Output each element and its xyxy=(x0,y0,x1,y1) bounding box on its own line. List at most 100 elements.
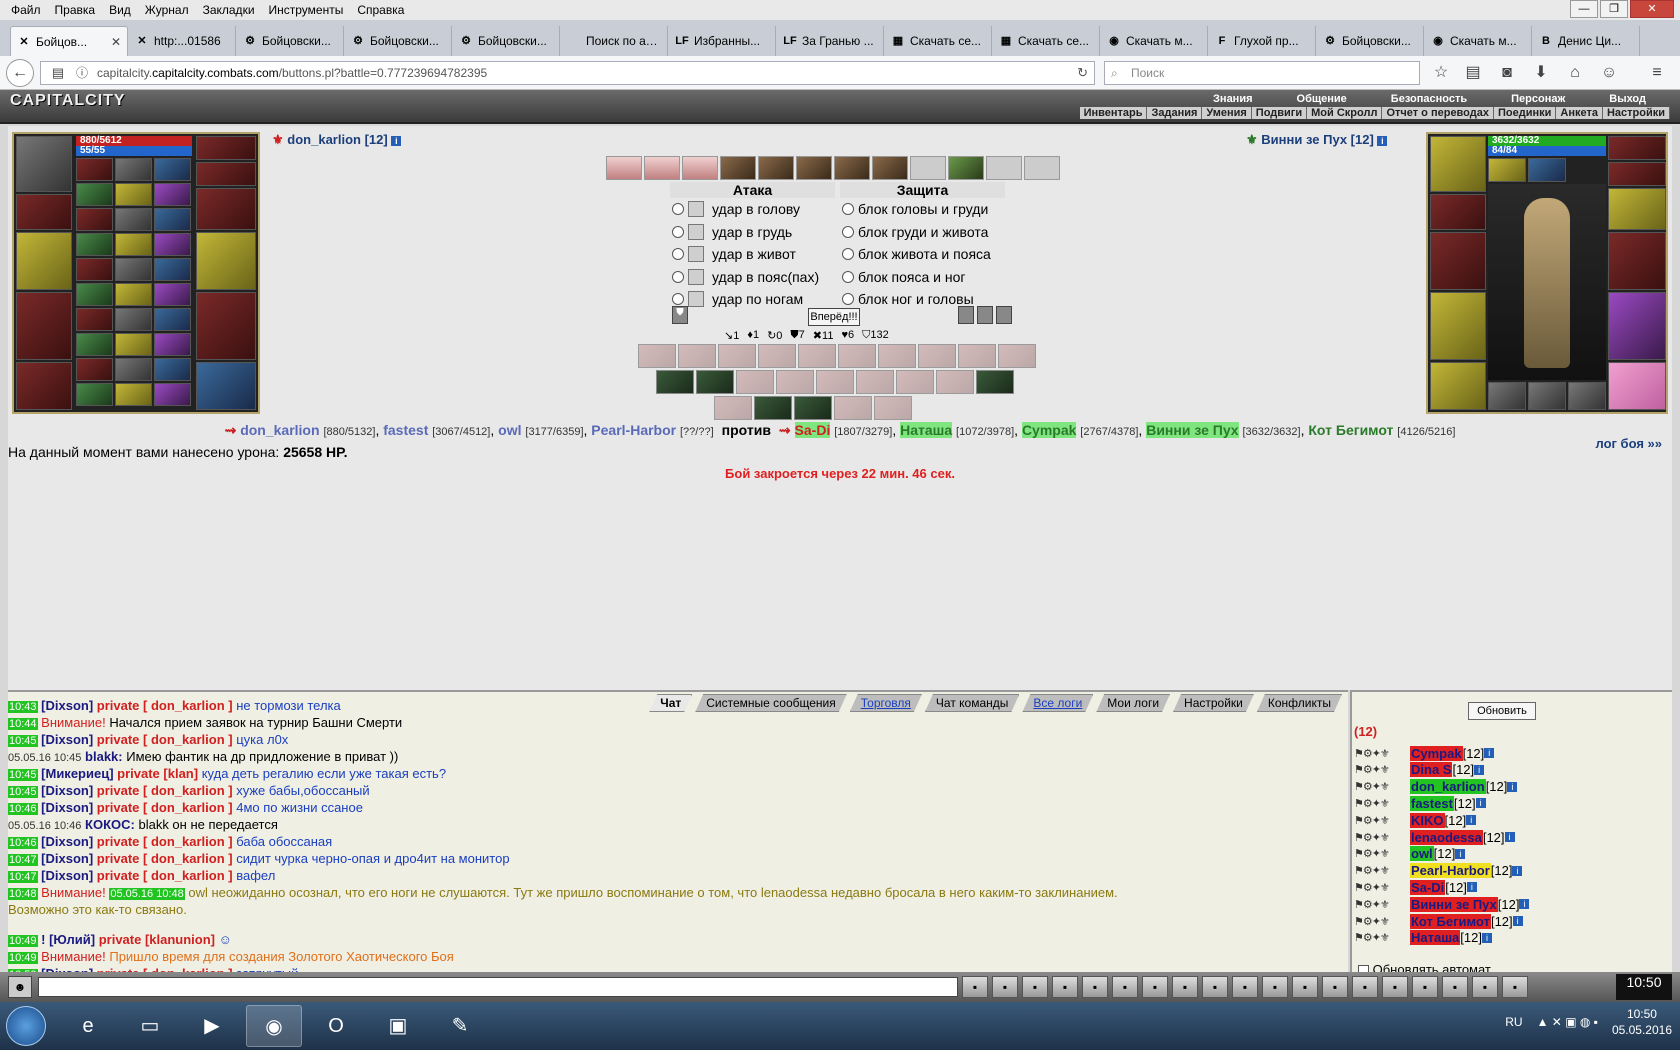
armor-slot[interactable] xyxy=(1430,292,1486,360)
user-status-icons[interactable]: ⚑⚙✦⚜ xyxy=(1354,881,1410,894)
info-icon[interactable]: i xyxy=(391,135,402,146)
spell-slot[interactable] xyxy=(115,308,152,331)
info-icon[interactable]: ⓘ xyxy=(69,61,95,85)
buff-icon[interactable] xyxy=(1488,158,1526,182)
game-submenu-item[interactable]: Мой Скролл xyxy=(1307,107,1383,119)
skill-icon[interactable] xyxy=(656,370,694,394)
bracers-slot[interactable] xyxy=(1430,194,1486,230)
user-status-icons[interactable]: ⚑⚙✦⚜ xyxy=(1354,763,1410,776)
enemy-player-name[interactable]: Наташа xyxy=(900,422,953,438)
weapon-slot[interactable] xyxy=(1430,232,1486,290)
spell-slot[interactable] xyxy=(154,308,191,331)
ie-icon[interactable]: e xyxy=(60,1005,116,1047)
info-icon[interactable]: i xyxy=(1474,764,1485,775)
ring-slot[interactable] xyxy=(196,162,256,186)
belt-item-slot[interactable] xyxy=(1488,382,1526,410)
chat-nick[interactable]: [Dixson] xyxy=(41,732,93,747)
skill-icon[interactable] xyxy=(918,344,956,368)
chat-tab[interactable]: Все логи xyxy=(1022,694,1093,712)
shield-icon[interactable]: ▪ xyxy=(1352,976,1378,998)
bookmark-star-icon[interactable]: ☆ xyxy=(1428,61,1454,85)
online-user-name[interactable]: fastest xyxy=(1410,795,1454,811)
chest-icon[interactable]: ▪ xyxy=(1322,976,1348,998)
belt-item-slot[interactable] xyxy=(1568,382,1606,410)
helmet-slot[interactable] xyxy=(16,136,72,192)
chat-tab[interactable]: Чат команды xyxy=(925,694,1019,712)
chat-tab[interactable]: Настройки xyxy=(1173,694,1254,712)
game-submenu-item[interactable]: Отчет о переводах xyxy=(1382,107,1494,119)
menu-item[interactable]: Журнал xyxy=(138,3,196,17)
address-bar[interactable]: ▤ ⓘ capitalcity.capitalcity.combats.com/… xyxy=(40,61,1095,85)
online-user-name[interactable]: Винни зе Пух xyxy=(1410,896,1498,912)
spell-slot[interactable] xyxy=(76,308,113,331)
spell-slot[interactable] xyxy=(76,333,113,356)
block-radio[interactable] xyxy=(842,293,854,305)
enemy-avatar[interactable] xyxy=(1488,184,1606,380)
effect-icon[interactable] xyxy=(758,156,794,180)
game-submenu-item[interactable]: Инвентарь xyxy=(1080,107,1148,119)
spell-slot[interactable] xyxy=(154,358,191,381)
skill-icon[interactable] xyxy=(874,396,912,420)
effect-icon[interactable] xyxy=(720,156,756,180)
effect-icon[interactable] xyxy=(682,156,718,180)
enemy-player-name[interactable]: Винни зе Пух xyxy=(1146,422,1239,438)
online-user-row[interactable]: ⚑⚙✦⚜ Винни зе Пух [12] i xyxy=(1354,895,1530,913)
close-tab-icon[interactable]: ✕ xyxy=(111,35,121,49)
attack-radio[interactable] xyxy=(672,248,684,260)
language-indicator[interactable]: RU xyxy=(1505,1015,1522,1029)
effect-icon[interactable] xyxy=(1024,156,1060,180)
spell-slot[interactable] xyxy=(76,358,113,381)
team-player-name[interactable]: owl xyxy=(498,422,521,438)
online-user-name[interactable]: lenaodessa xyxy=(1410,829,1483,845)
start-button[interactable] xyxy=(6,1006,46,1046)
tray-icons[interactable]: ▲ ✕ ▣ ◍ ▪ xyxy=(1537,1015,1598,1029)
browser-tab[interactable]: ⚙ Бойцовски... xyxy=(453,26,560,56)
attack-radio[interactable] xyxy=(672,270,684,283)
game-menu-item[interactable]: Общение xyxy=(1275,93,1369,105)
effect-icon[interactable] xyxy=(796,156,832,180)
online-user-row[interactable]: ⚑⚙✦⚜ Кот Бегимот [12] i xyxy=(1354,912,1523,930)
spell-slot[interactable] xyxy=(154,258,191,281)
skill-icon[interactable] xyxy=(714,396,752,420)
online-user-row[interactable]: ⚑⚙✦⚜ Cympak [12] i xyxy=(1354,744,1495,762)
browser-tab[interactable]: ▦ Скачать се... xyxy=(993,26,1100,56)
game-menu-item[interactable]: Безопасность xyxy=(1369,93,1489,105)
online-user-row[interactable]: ⚑⚙✦⚜ lenaodessa [12] i xyxy=(1354,828,1515,846)
spell-slot[interactable] xyxy=(76,383,113,406)
browser-tab[interactable]: LF Избранны... xyxy=(669,26,776,56)
attack-checkbox[interactable] xyxy=(688,223,704,240)
skill-icon[interactable] xyxy=(878,344,916,368)
chat-nick[interactable]: [Dixson] xyxy=(41,698,93,713)
chat-nick[interactable]: [Dixson] xyxy=(41,800,93,815)
skill-icon[interactable] xyxy=(936,370,974,394)
chat-private-target[interactable]: private [ don_karlion ] xyxy=(97,783,233,798)
chat-tab[interactable]: Системные сообщения xyxy=(695,694,847,712)
chat-private-target[interactable]: private [ don_karlion ] xyxy=(97,800,233,815)
spell-slot[interactable] xyxy=(76,283,113,306)
enemy-player-name[interactable]: Sa-Di xyxy=(794,422,831,438)
bag-icon[interactable]: ▪ xyxy=(1442,976,1468,998)
attack-checkbox[interactable] xyxy=(688,268,704,285)
info-icon[interactable]: i xyxy=(1504,832,1515,842)
home-icon[interactable]: ⌂ xyxy=(1562,61,1588,85)
info-icon[interactable]: i xyxy=(1512,916,1523,926)
online-user-name[interactable]: Cympak xyxy=(1410,745,1463,761)
menu-item[interactable]: Инструменты xyxy=(262,3,351,17)
block-option[interactable]: блок груди и живота xyxy=(842,221,988,243)
online-user-row[interactable]: ⚑⚙✦⚜ fastest [12] i xyxy=(1354,794,1486,812)
effect-icon[interactable] xyxy=(872,156,908,180)
game-submenu-item[interactable]: Настройки xyxy=(1603,107,1670,119)
spell-slot[interactable] xyxy=(115,208,152,231)
browser-tab[interactable]: ⚙ Бойцовски... xyxy=(345,26,452,56)
spell-slot[interactable] xyxy=(154,283,191,306)
chat-input[interactable] xyxy=(38,977,958,997)
smile-icon[interactable]: ▪ xyxy=(1172,976,1198,998)
media-player-icon[interactable]: ▶ xyxy=(184,1005,240,1047)
system-clock[interactable]: 10:50 05.05.2016 xyxy=(1612,1006,1672,1038)
online-user-name[interactable]: don_karlion xyxy=(1410,779,1486,795)
chat-nick[interactable]: [Dixson] xyxy=(41,834,93,849)
chat-private-target[interactable]: private [ don_karlion ] xyxy=(97,868,233,883)
spell-slot[interactable] xyxy=(115,358,152,381)
spell-slot[interactable] xyxy=(115,283,152,306)
browser-tab[interactable]: ◉ Скачать м... xyxy=(1101,26,1208,56)
